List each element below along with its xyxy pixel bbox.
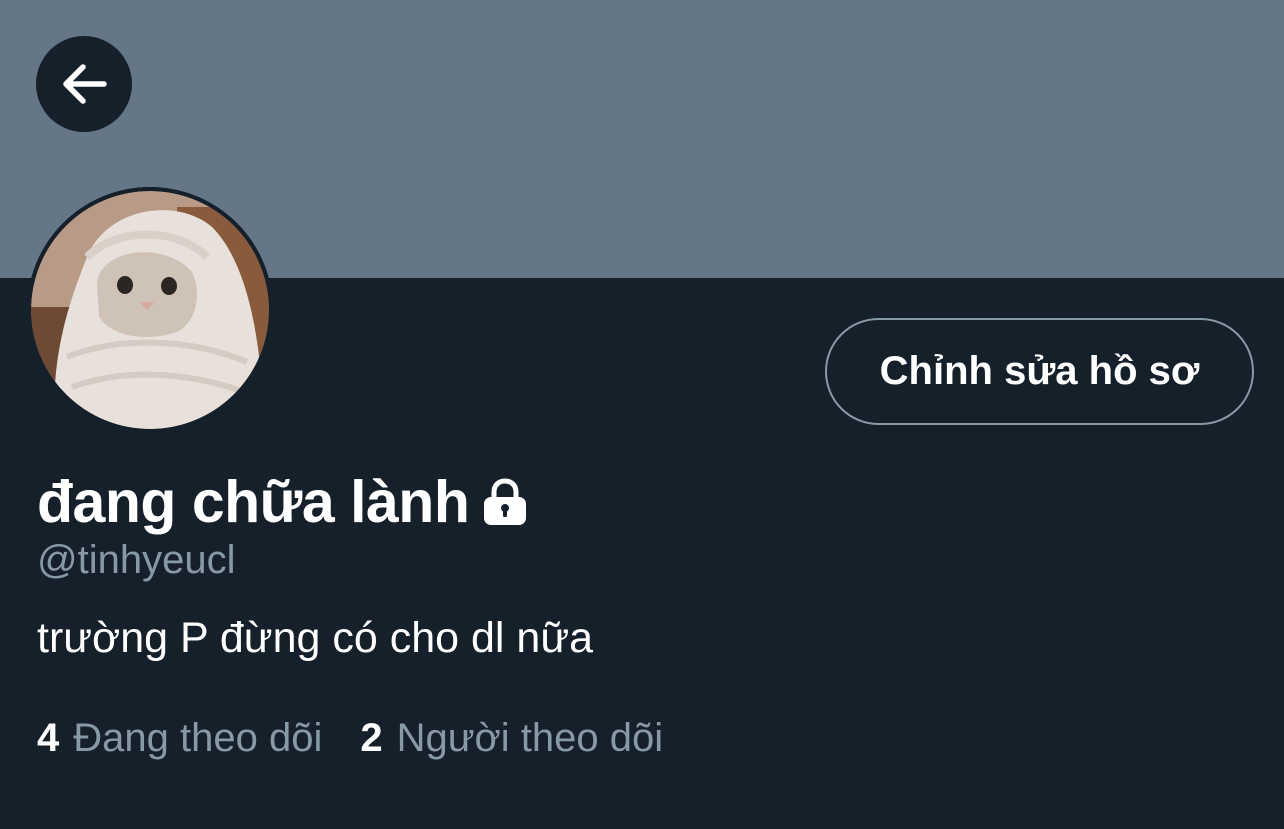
back-button[interactable]: [36, 36, 132, 132]
name-row: đang chữa lành: [37, 462, 529, 542]
profile-handle: @tinhyeucl: [37, 538, 236, 582]
profile-stats: 4 Đang theo dõi 2 Người theo dõi: [37, 716, 663, 761]
profile-bio: trường P đừng có cho dl nữa: [37, 614, 594, 662]
followers-label: Người theo dõi: [396, 716, 664, 760]
display-name: đang chữa lành: [37, 469, 470, 535]
following-label: Đang theo dõi: [73, 716, 323, 760]
avatar-image: [27, 187, 273, 433]
followers-count: 2: [360, 716, 383, 760]
lock-icon: [484, 478, 527, 525]
arrow-left-icon: [63, 64, 107, 104]
avatar[interactable]: [27, 187, 273, 433]
edit-profile-button[interactable]: Chỉnh sửa hồ sơ: [825, 318, 1254, 425]
followers-link[interactable]: 2 Người theo dõi: [360, 716, 663, 761]
following-count: 4: [37, 716, 60, 760]
following-link[interactable]: 4 Đang theo dõi: [37, 716, 322, 761]
